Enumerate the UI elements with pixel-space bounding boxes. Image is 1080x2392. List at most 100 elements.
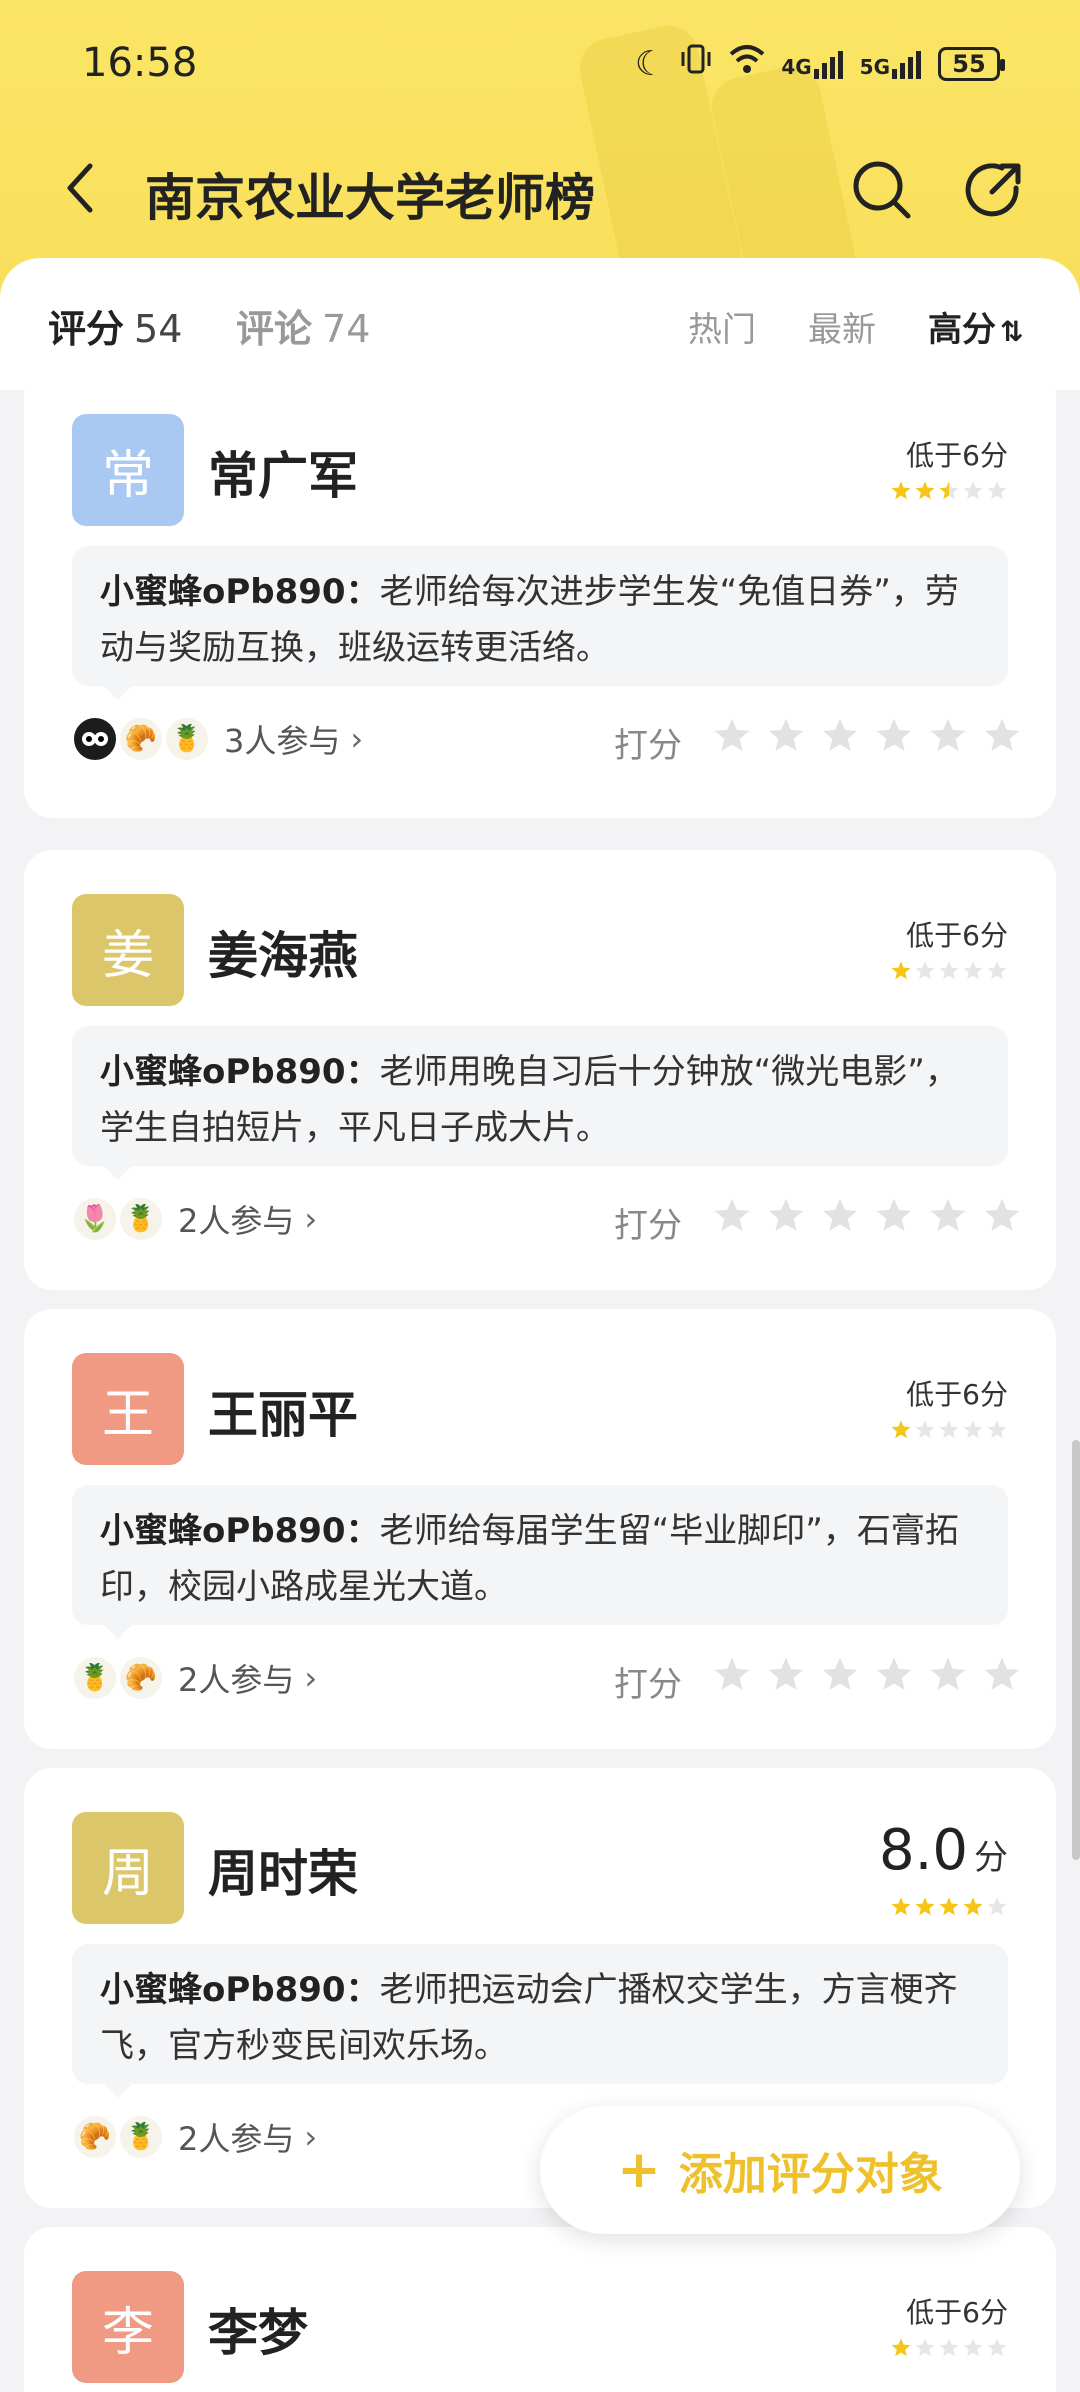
teacher-name: 姜海燕 <box>208 927 358 985</box>
rate-star-button[interactable] <box>874 1196 914 1240</box>
nav-bar: 南京农业大学老师榜 <box>0 130 1080 250</box>
rate-star-button[interactable] <box>712 1196 752 1240</box>
teacher-name: 王丽平 <box>208 1386 358 1444</box>
star-icon <box>876 1657 912 1690</box>
star-filled-icon <box>891 1897 911 1916</box>
comment-preview[interactable]: 小蜜蜂oPb890：老师给每届学生留“毕业脚印”，石膏拓印，校园小路成星光大道。 <box>72 1485 1008 1639</box>
star-filled-icon <box>963 1897 983 1916</box>
teacher-avatar: 李 <box>72 2271 184 2383</box>
rate-star-button[interactable] <box>874 1655 914 1699</box>
star-filled-icon <box>891 1420 911 1439</box>
fruit-icon: 🍍 <box>72 1655 118 1701</box>
plus-icon: + <box>617 2140 661 2200</box>
teacher-card[interactable]: 王 王丽平 低于6分 小蜜蜂oPb890：老师给每届学生留“毕业脚印”，石膏拓印… <box>24 1309 1056 1749</box>
teacher-card[interactable]: 姜 姜海燕 低于6分 小蜜蜂oPb890：老师用晚自习后十分钟放“微光电影”，学… <box>24 850 1056 1290</box>
vibrate-icon <box>679 42 713 85</box>
rate-star-button[interactable] <box>820 1655 860 1699</box>
rate-star-button[interactable] <box>982 1196 1022 1240</box>
add-rating-target-button[interactable]: + 添加评分对象 <box>540 2106 1020 2234</box>
star-icon <box>876 718 912 751</box>
score-text: 低于6分 <box>906 2296 1008 2329</box>
star-empty-icon <box>987 1897 1007 1916</box>
star-icon <box>768 1657 804 1690</box>
participants-link[interactable]: 🥐 🍍 2人参与 › <box>72 2114 317 2160</box>
star-filled-icon <box>891 961 911 980</box>
rate-star-button[interactable] <box>982 716 1022 760</box>
rate-label: 打分 <box>614 726 682 766</box>
star-empty-icon <box>939 2338 959 2357</box>
star-icon <box>822 1657 858 1690</box>
star-filled-icon <box>939 1897 959 1916</box>
rate-stars[interactable] <box>712 1655 1022 1699</box>
scrollbar[interactable] <box>1072 1440 1080 1860</box>
star-icon <box>876 1198 912 1231</box>
croissant-icon: 🥐 <box>72 2114 118 2160</box>
tab-comment[interactable]: 评论 74 <box>236 298 370 353</box>
star-empty-icon <box>939 961 959 980</box>
comment-preview[interactable]: 小蜜蜂oPb890：老师把运动会广播权交学生，方言梗齐飞，官方秒变民间欢乐场。 <box>72 1944 1008 2098</box>
back-button[interactable] <box>50 158 110 218</box>
star-filled-icon <box>915 481 935 500</box>
fruit-icon: 🍍 <box>164 716 210 762</box>
status-icons: ☾ 4G 5G 55 <box>634 42 1005 85</box>
teacher-card[interactable]: 李 李梦 低于6分 <box>24 2227 1056 2392</box>
participants-link[interactable]: 🍍 🥐 2人参与 › <box>72 1655 317 1701</box>
star-filled-icon <box>891 2338 911 2357</box>
chevron-right-icon: › <box>350 720 364 758</box>
rate-stars[interactable] <box>712 1196 1022 1240</box>
tab-rating[interactable]: 评分 54 <box>48 298 182 353</box>
search-button[interactable] <box>850 158 914 222</box>
star-empty-icon <box>987 481 1007 500</box>
rate-star-button[interactable] <box>712 1655 752 1699</box>
page-title: 南京农业大学老师榜 <box>145 169 595 227</box>
croissant-icon: 🥐 <box>118 716 164 762</box>
rate-star-button[interactable] <box>928 1655 968 1699</box>
status-time: 16:58 <box>82 40 198 86</box>
participants-link[interactable]: 🌷 🍍 2人参与 › <box>72 1196 317 1242</box>
fruit-icon: 🍍 <box>118 1196 164 1242</box>
score-text: 低于6分 <box>906 919 1008 952</box>
teacher-name: 周时荣 <box>208 1845 358 1903</box>
star-icon <box>714 1657 750 1690</box>
moon-icon: ☾ <box>634 43 666 84</box>
add-rating-target-label: 添加评分对象 <box>678 2149 943 2200</box>
rate-star-button[interactable] <box>928 716 968 760</box>
star-icon <box>768 1198 804 1231</box>
participants-link[interactable]: 🥐 🍍 3人参与 › <box>72 716 363 762</box>
teacher-avatar: 常 <box>72 414 184 526</box>
rate-label: 打分 <box>614 1665 682 1705</box>
sort-high[interactable]: 高分 ⇅ <box>928 302 1023 351</box>
rate-star-button[interactable] <box>874 716 914 760</box>
rate-stars[interactable] <box>712 716 1022 760</box>
rate-star-button[interactable] <box>766 1655 806 1699</box>
share-icon <box>965 163 1021 217</box>
rate-star-button[interactable] <box>820 716 860 760</box>
rate-star-button[interactable] <box>820 1196 860 1240</box>
teacher-name: 李梦 <box>208 2304 308 2362</box>
comment-preview[interactable]: 小蜜蜂oPb890：老师用晚自习后十分钟放“微光电影”，学生自拍短片，平凡日子成… <box>72 1026 1008 1180</box>
star-empty-icon <box>963 1420 983 1439</box>
teacher-card[interactable]: 常 常广军 低于6分 小蜜蜂oPb890：老师给每次进步学生发“免值日券”，劳动… <box>24 370 1056 818</box>
rate-star-button[interactable] <box>928 1196 968 1240</box>
comment-preview[interactable]: 小蜜蜂oPb890：老师给每次进步学生发“免值日券”，劳动与奖励互换，班级运转更… <box>72 546 1008 700</box>
sort-new[interactable]: 最新 <box>808 302 876 351</box>
score-text: 低于6分 <box>906 1378 1008 1411</box>
rate-star-button[interactable] <box>712 716 752 760</box>
share-button[interactable] <box>962 158 1026 222</box>
rate-star-button[interactable] <box>982 1655 1022 1699</box>
chevron-right-icon: › <box>304 1659 318 1697</box>
score-stars <box>890 960 1008 982</box>
rate-star-button[interactable] <box>766 1196 806 1240</box>
battery-icon: 55 <box>938 46 1005 81</box>
rate-label: 打分 <box>614 1206 682 1246</box>
star-filled-icon <box>939 481 959 500</box>
star-empty-icon <box>987 961 1007 980</box>
sort-high-label: 高分 <box>928 310 996 350</box>
comment-user: 小蜜蜂oPb890： <box>100 1511 380 1551</box>
comment-user: 小蜜蜂oPb890： <box>100 1052 380 1092</box>
star-empty-icon <box>915 2338 935 2357</box>
face-icon <box>72 716 118 762</box>
rate-star-button[interactable] <box>766 716 806 760</box>
sort-hot[interactable]: 热门 <box>688 302 756 351</box>
search-icon <box>853 161 911 219</box>
